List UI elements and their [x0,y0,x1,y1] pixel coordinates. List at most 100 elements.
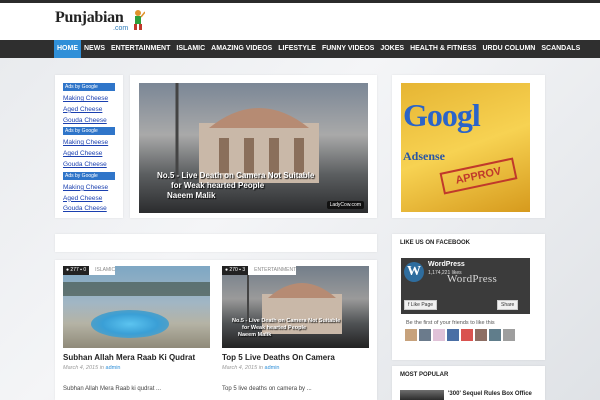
friend-avatar[interactable] [503,329,515,341]
nav-item-lifestyle[interactable]: LIFESTYLE [275,40,319,58]
geyser-water [91,310,169,338]
ads-by-google-label[interactable]: Ads by Google [63,127,115,136]
fb-share-button[interactable]: Share [497,300,519,310]
ad-link[interactable]: Aged Cheese [63,149,123,160]
nav-item-urdu-column[interactable]: URDU COLUMN [479,40,538,58]
comment-icon: ▪ [239,267,241,273]
popular-widget: MOST POPULAR '300' Sequel Rules Box Offi… [392,366,545,400]
thumb-caption-line: for Weak hearted People [242,325,307,331]
nav-item-scandals[interactable]: SCANDALS [538,40,583,58]
video-caption-line: Naeem Malik [167,191,216,200]
fb-cover-text: WordPress [447,273,498,285]
post-stats: ● 270 ▪ 3 [222,266,249,275]
content-strip [55,234,377,252]
site-logo[interactable]: Punjabian .com [55,9,145,35]
video-caption: No.5 - Live Death on Camera Not Suitable… [157,171,314,201]
ads-by-google-label[interactable]: Ads by Google [63,171,115,180]
friend-avatar[interactable] [433,329,445,341]
comment-icon: ▪ [80,267,82,273]
friend-avatar[interactable] [447,329,459,341]
friend-avatar[interactable] [461,329,473,341]
eye-icon: ● [225,267,229,273]
ad-link[interactable]: Aged Cheese [63,105,123,116]
friend-avatar[interactable] [419,329,431,341]
comment-count: 3 [242,267,246,273]
ads-group: Ads by Google Making Cheese Aged Cheese … [55,171,123,215]
posts-grid: ● 277 ▪ 0 ISLAMIC Subhan Allah Mera Raab… [55,260,377,400]
nav-item-health-fitness[interactable]: HEALTH & FITNESS [407,40,479,58]
post-author-sep: in [99,365,104,371]
post-category[interactable]: ISLAMIC [89,266,116,275]
facebook-page-card[interactable]: W WordPress 1,174,221 likes WordPress f … [401,258,530,314]
site-header: Punjabian .com [0,3,600,40]
fb-friend-faces [405,329,515,341]
ad-link[interactable]: Making Cheese [63,138,123,149]
video-caption-line: for Weak hearted People [171,181,265,190]
featured-video-widget: No.5 - Live Death on Camera Not Suitable… [130,75,377,218]
facebook-icon: f [408,302,410,308]
post-title[interactable]: Subhan Allah Mera Raab Ki Qudrat [63,353,210,362]
post-card: ● 277 ▪ 0 ISLAMIC Subhan Allah Mera Raab… [63,266,210,392]
nav-item-news[interactable]: NEWS [81,40,108,58]
widget-title: MOST POPULAR [400,372,449,378]
dancer-icon [134,10,145,30]
thumb-caption-line: No.5 - Live Death on Camera Not Suitable [232,318,341,324]
post-meta: March 4, 2015 in admin [63,365,210,371]
eye-icon: ● [66,267,70,273]
post-author[interactable]: admin [265,365,280,371]
logo-suffix: .com [113,25,129,32]
thumb-caption: No.5 - Live Death on Camera Not Suitable… [232,318,340,339]
view-count: 277 [70,267,79,273]
friend-avatar[interactable] [489,329,501,341]
adsense-word: Adsense [403,149,446,163]
post-thumbnail[interactable]: ● 277 ▪ 0 ISLAMIC [63,266,210,348]
post-meta-bar: ● 277 ▪ 0 ISLAMIC [63,266,116,275]
google-word: Googl [403,97,481,133]
popular-item-title[interactable]: '300' Sequel Rules Box Office [448,391,532,397]
ad-link[interactable]: Aged Cheese [63,194,123,205]
video-caption-line: No.5 - Live Death on Camera Not Suitable [157,171,315,180]
post-date: March 4, 2015 [63,365,99,371]
fb-like-page-button[interactable]: f Like Page [404,300,438,310]
post-author-sep: in [258,365,263,371]
approved-stamp: APPROV [439,157,518,195]
nav-item-islamic[interactable]: ISLAMIC [173,40,208,58]
ads-widget: Ads by Google Making Cheese Aged Cheese … [55,75,123,218]
ad-link[interactable]: Gouda Cheese [63,204,123,215]
post-title[interactable]: Top 5 Live Deaths On Camera [222,353,369,362]
nav-item-funny-videos[interactable]: FUNNY VIDEOS [319,40,377,58]
post-date: March 4, 2015 [222,365,258,371]
video-watermark: LadyCow.com [326,201,364,209]
nav-item-amazing-videos[interactable]: AMAZING VIDEOS [208,40,275,58]
widget-title: LIKE US ON FACEBOOK [400,240,471,246]
post-category[interactable]: ENTERTAINMENT [248,266,297,275]
nav-item-home[interactable]: HOME [54,40,81,58]
main-nav: HOME NEWS ENTERTAINMENT ISLAMIC AMAZING … [0,40,600,58]
nav-item-jokes[interactable]: JOKES [377,40,407,58]
adsense-banner[interactable]: Googl Adsense APPROV [401,83,530,212]
ads-by-google-label[interactable]: Ads by Google [63,83,115,91]
post-thumbnail[interactable]: No.5 - Live Death on Camera Not Suitable… [222,266,369,348]
post-excerpt: Subhan Allah Mera Raab ki qudrat ... [63,386,162,392]
featured-video-player[interactable]: No.5 - Live Death on Camera Not Suitable… [139,83,368,213]
nav-item-entertainment[interactable]: ENTERTAINMENT [108,40,173,58]
post-author[interactable]: admin [106,365,121,371]
ad-link[interactable]: Gouda Cheese [63,116,123,127]
post-meta-bar: ● 270 ▪ 3 ENTERTAINMENT [222,266,297,275]
thumb-caption-line: Naeem Malik [238,332,272,338]
post-excerpt: Top 5 live deaths on camera by ... [222,386,312,392]
popular-thumbnail[interactable] [400,390,444,400]
facebook-widget: LIKE US ON FACEBOOK W WordPress 1,174,22… [392,234,545,360]
friend-avatar[interactable] [405,329,417,341]
post-stats: ● 277 ▪ 0 [63,266,90,275]
fb-friends-text: Be the first of your friends to like thi… [406,320,495,326]
comment-count: 0 [83,267,87,273]
friend-avatar[interactable] [475,329,487,341]
fb-like-page-label: Like Page [410,302,434,308]
fb-page-name[interactable]: WordPress [428,261,465,268]
post-meta: March 4, 2015 in admin [222,365,369,371]
ad-link[interactable]: Making Cheese [63,94,123,105]
ad-link[interactable]: Gouda Cheese [63,160,123,171]
ad-link[interactable]: Making Cheese [63,183,123,194]
view-count: 270 [229,267,238,273]
